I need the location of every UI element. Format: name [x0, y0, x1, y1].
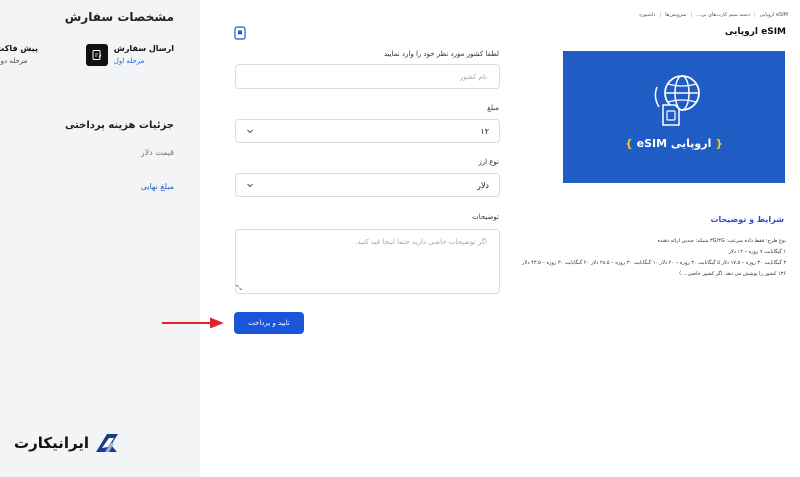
country-label: لطفا کشور مورد نظر خود را وارد نمایید [383, 50, 499, 58]
terms-line: نوع طرح: فقط داده سرعت: ۳G/۴G شبکه: چندی… [657, 238, 786, 244]
description-label: توضیحات [472, 213, 499, 221]
logo-text: ایرانیکارت [14, 434, 90, 452]
resize-handle-icon[interactable]: ⤡ [236, 284, 242, 293]
breadcrumb-item[interactable]: سرویس‌ها [665, 12, 686, 18]
order-edit-icon [85, 44, 108, 66]
product-image-label: eSIM اروپایی [636, 137, 712, 150]
red-arrow-annotation [162, 317, 224, 329]
step-send-order: ارسال سفارش مرحله اول [85, 43, 174, 67]
terms-line: ۳ گیگابایت ۳۰ روزه – ۱۷.۵ دلار ۵ گیگابای… [522, 260, 786, 266]
product-image: { eSIM اروپایی } [563, 51, 785, 183]
chevron-down-icon [247, 183, 253, 188]
product-title: eSIM اروپایی [724, 27, 786, 37]
terms-line: ۱۳۶ کشور را پوشش می دهد. اگر کشور خاصی..… [676, 271, 786, 277]
confirm-and-pay-button[interactable]: تایید و پرداخت [234, 312, 304, 334]
currency-select[interactable]: دلار [235, 173, 500, 197]
terms-list: نوع طرح: فقط داده سرعت: ۳G/۴G شبکه: چندی… [496, 236, 786, 280]
step-sub: مرحله دوم [0, 57, 28, 65]
payment-details-title: جزئیات هزینه پرداختی [64, 120, 174, 131]
description-textarea[interactable]: اگر توضیحات خاصی دارید حتما اینجا قید کن… [235, 229, 500, 294]
amount-label: مبلغ [487, 104, 499, 112]
step-name: ارسال سفارش [113, 44, 174, 53]
amount-select[interactable]: ۱۲ [235, 119, 500, 143]
chevron-down-icon [247, 129, 253, 134]
country-input[interactable] [235, 64, 500, 89]
step-name: پیش فاکت [0, 44, 38, 53]
breadcrumb-item[interactable]: دسته سیم کارت‌های بی... [696, 12, 750, 18]
terms-line: ۱ گیگابایت ۷ روزه – ۱۲ دلار [728, 249, 786, 255]
bookmark-icon[interactable] [234, 26, 246, 40]
terms-title: شرایط و توضیحات [710, 215, 784, 224]
breadcrumb-item: eSIM اروپایی [759, 12, 788, 18]
iranicard-logo: ایرانیکارت [14, 430, 121, 456]
currency-value: دلار [477, 180, 489, 190]
logo-mark-icon [96, 434, 119, 452]
final-amount-label: مبلغ نهایی [140, 182, 174, 191]
order-title: مشخصات سفارش [64, 10, 174, 24]
step-sub: مرحله اول [113, 57, 145, 65]
breadcrumb: داشبورد | سرویس‌ها | دسته سیم کارت‌های ب… [638, 12, 788, 18]
step-proforma: پیش فاکت مرحله دوم [0, 43, 38, 67]
chevron-left-icon[interactable]: 〉 [676, 271, 681, 277]
breadcrumb-item[interactable]: داشبورد [639, 12, 656, 18]
amount-value: ۱۲ [480, 126, 489, 136]
dollar-price-label: قیمت دلار [140, 148, 174, 157]
currency-label: نوع ارز [478, 158, 499, 166]
order-sidebar: مشخصات سفارش ارسال سفارش مرحله اول پیش ف… [0, 0, 200, 477]
globe-sim-icon [654, 75, 700, 126]
